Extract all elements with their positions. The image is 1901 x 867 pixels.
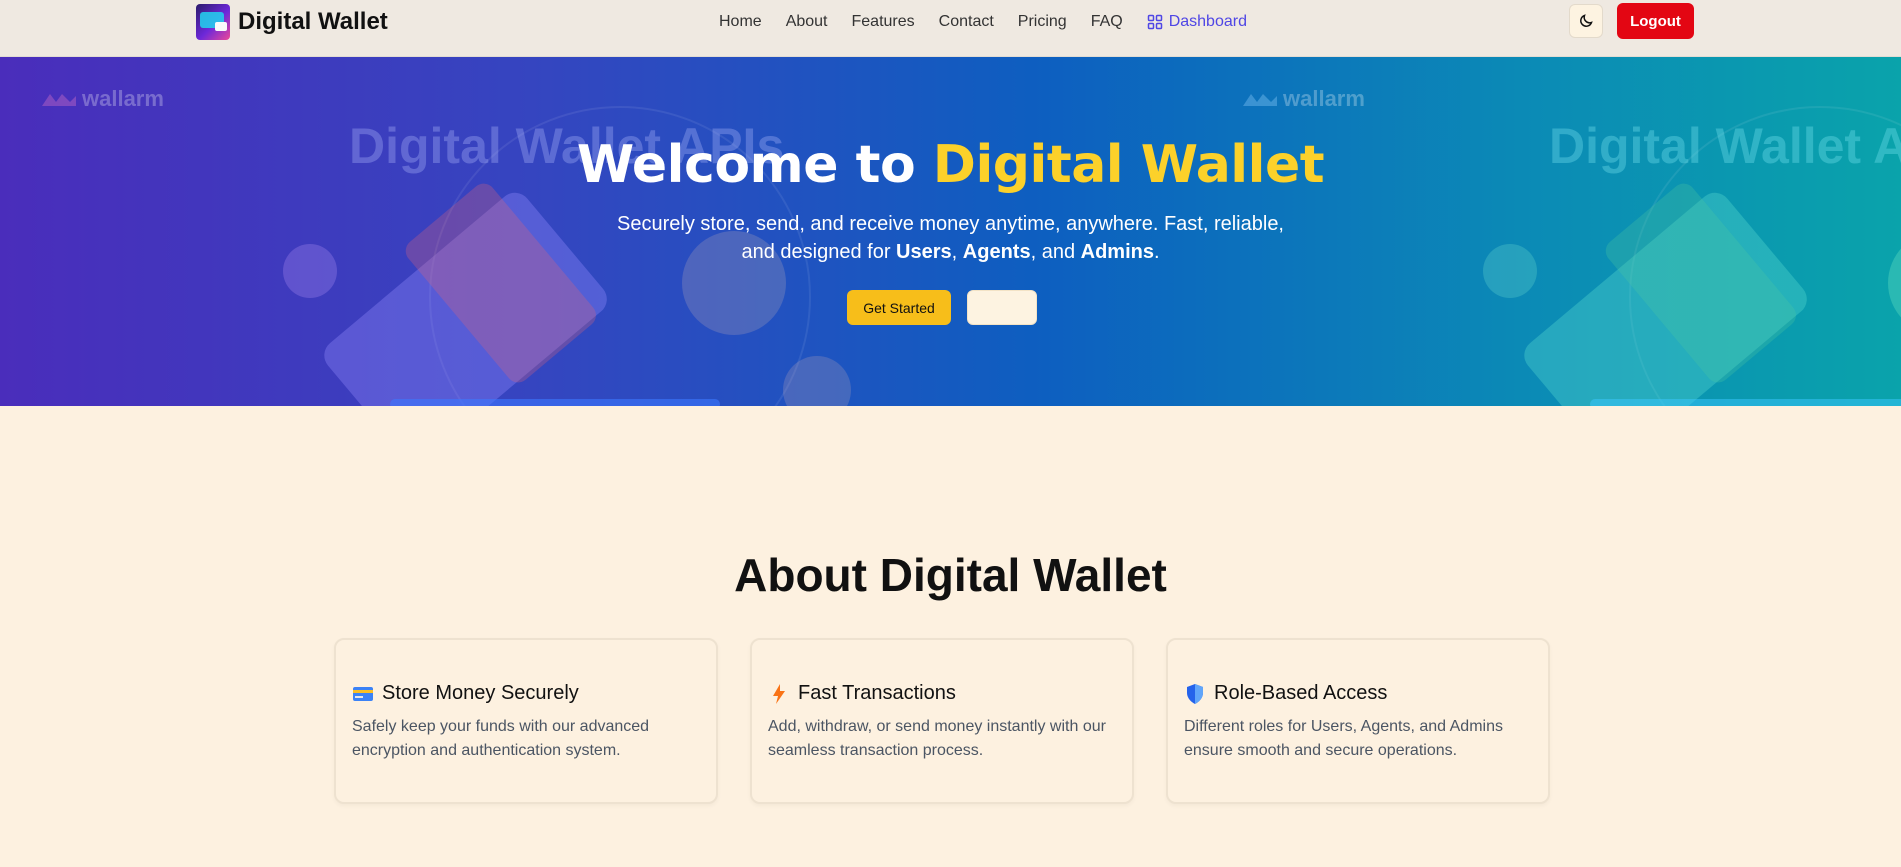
nav-link-about[interactable]: About [786, 13, 828, 31]
role-admins: Admins [1080, 241, 1154, 263]
period: . [1153, 241, 1160, 263]
role-agents: Agents [962, 241, 1031, 263]
nav-link-pricing[interactable]: Pricing [1018, 13, 1067, 31]
wallet-logo-icon [196, 4, 230, 40]
nav-link-faq[interactable]: FAQ [1091, 13, 1123, 31]
card-title: Role-Based Access [1214, 682, 1388, 704]
hero-subtitle-line1: Securely store, send, and receive money … [617, 213, 1284, 235]
feature-card: Store Money Securely Safely keep your fu… [334, 638, 718, 804]
role-users: Users [896, 241, 952, 263]
nav-link-home[interactable]: Home [719, 13, 762, 31]
dashboard-label: Dashboard [1168, 13, 1247, 30]
card-text-line: encryption and authentication system. [352, 742, 621, 759]
watermark-text: wallarm [1283, 86, 1365, 111]
theme-toggle-button[interactable] [1569, 4, 1603, 38]
hero-banner: wallarm wallarm Digital Wallet APIs Digi… [0, 57, 1901, 406]
wallarm-watermark-right: wallarm [1243, 86, 1365, 112]
subtitle-text: and designed for [741, 241, 891, 263]
moon-icon [1580, 14, 1593, 27]
separator: , [951, 241, 958, 263]
card-title: Fast Transactions [798, 682, 956, 704]
watermark-text: wallarm [82, 86, 164, 111]
card-title: Store Money Securely [382, 682, 579, 704]
wallarm-logo-icon [42, 94, 76, 106]
feature-card: Role-Based Access Different roles for Us… [1166, 638, 1550, 804]
feature-cards: Store Money Securely Safely keep your fu… [334, 638, 1550, 804]
wallarm-logo-icon [1243, 94, 1277, 106]
logout-button[interactable]: Logout [1617, 3, 1694, 39]
nav-link-dashboard[interactable]: Dashboard [1147, 13, 1247, 31]
card-text-line: seamless transaction process. [768, 742, 984, 759]
hero-title: Welcome to Digital Wallet [0, 135, 1901, 195]
card-description: Different roles for Users, Agents, and A… [1184, 715, 1532, 763]
card-text-line: ensure smooth and secure operations. [1184, 742, 1458, 759]
card-text-line: Safely keep your funds with our advanced [352, 718, 650, 735]
hero-title-accent: Digital Wallet [932, 135, 1325, 195]
brand-name: Digital Wallet [238, 8, 388, 35]
nav-link-contact[interactable]: Contact [939, 13, 994, 31]
brand-link[interactable]: Digital Wallet [196, 4, 388, 40]
card-text-line: Add, withdraw, or send money instantly w… [768, 718, 1106, 735]
hero-subtitle: Securely store, send, and receive money … [0, 210, 1901, 266]
secondary-button[interactable] [967, 290, 1037, 325]
credit-card-icon [352, 683, 374, 705]
lightning-icon [768, 683, 790, 705]
separator: , and [1030, 241, 1076, 263]
nav-link-features[interactable]: Features [852, 13, 915, 31]
card-description: Safely keep your funds with our advanced… [352, 715, 700, 763]
grid-icon [1147, 14, 1162, 30]
shield-icon [1184, 683, 1206, 705]
nav-links: Home About Features Contact Pricing FAQ … [719, 13, 1271, 31]
navbar: Digital Wallet Home About Features Conta… [0, 0, 1901, 57]
wallarm-watermark: wallarm [42, 86, 164, 112]
card-text-line: Different roles for Users, Agents, and A… [1184, 718, 1503, 735]
get-started-button[interactable]: Get Started [847, 290, 951, 325]
card-description: Add, withdraw, or send money instantly w… [768, 715, 1116, 763]
about-section-title: About Digital Wallet [734, 549, 1167, 601]
hero-actions: Get Started [847, 290, 1037, 325]
hero-title-prefix: Welcome to [576, 135, 916, 195]
feature-card: Fast Transactions Add, withdraw, or send… [750, 638, 1134, 804]
